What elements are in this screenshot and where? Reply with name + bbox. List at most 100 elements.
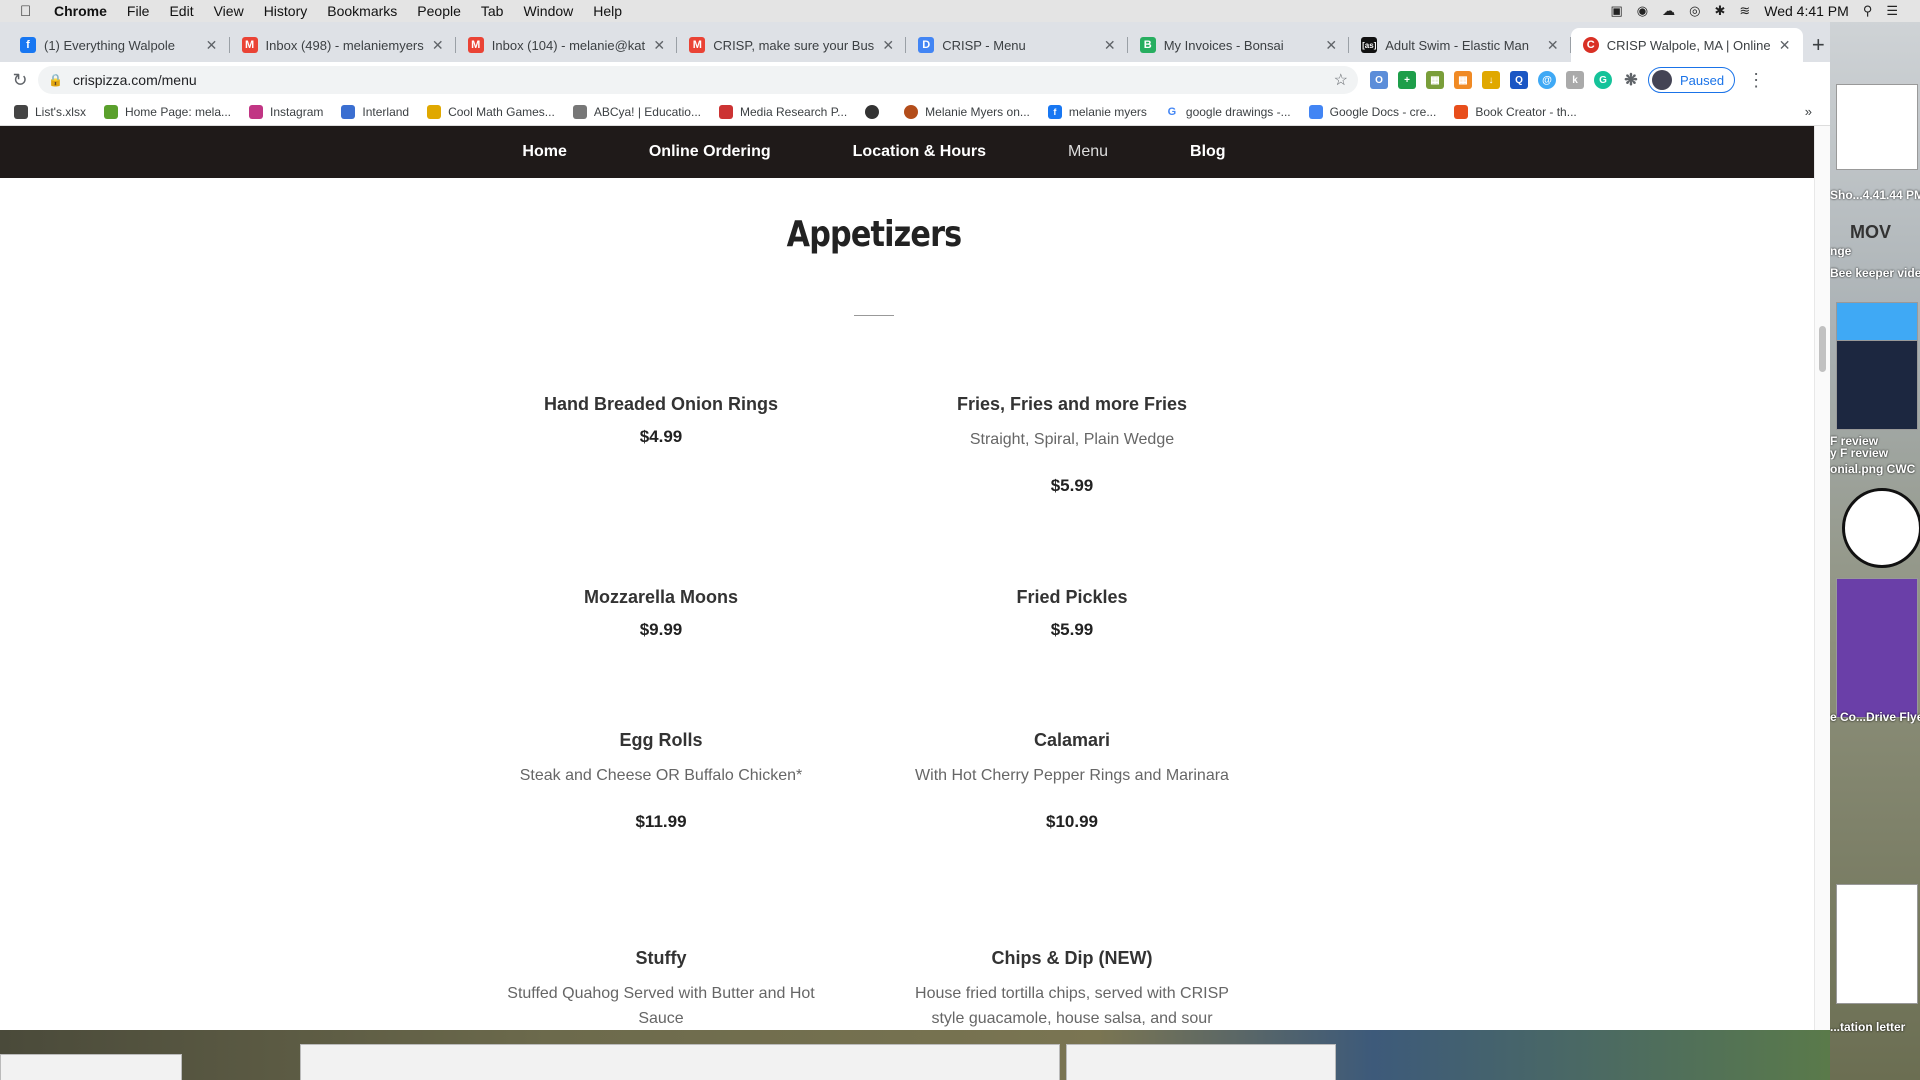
camera-icon[interactable]: ▣ bbox=[1610, 3, 1622, 19]
nav-menu[interactable]: Menu bbox=[1068, 143, 1108, 161]
bookmark-label: Instagram bbox=[270, 104, 324, 119]
nav-online-ordering[interactable]: Online Ordering bbox=[649, 143, 771, 161]
menu-item: Calamari With Hot Cherry Pepper Rings an… bbox=[912, 730, 1232, 832]
google-docs-icon bbox=[1308, 104, 1323, 119]
new-tab-button[interactable]: + bbox=[1807, 28, 1830, 62]
clock[interactable]: Wed 4:41 PM bbox=[1764, 3, 1849, 19]
bookmark-item[interactable]: Google Docs - cre... bbox=[1308, 104, 1436, 119]
download-extension-icon[interactable]: ↓ bbox=[1482, 71, 1500, 89]
bookmark-icon bbox=[904, 104, 919, 119]
menu-file[interactable]: File bbox=[127, 3, 150, 19]
menu-item: Stuffy Stuffed Quahog Served with Butter… bbox=[501, 948, 821, 1030]
google-docs-icon: D bbox=[918, 37, 935, 53]
cloud-icon[interactable]: ☁ bbox=[1662, 3, 1675, 19]
close-icon[interactable]: ✕ bbox=[1777, 37, 1793, 54]
desktop-screenshot-thumbnail[interactable] bbox=[1836, 84, 1918, 170]
desktop-file-label: e Co...Drive Flye bbox=[1830, 710, 1920, 724]
bookmark-item[interactable]: Ggoogle drawings -... bbox=[1164, 104, 1291, 119]
search-extension-icon[interactable]: Q bbox=[1510, 71, 1528, 89]
close-icon[interactable]: ✕ bbox=[430, 37, 446, 54]
tab-title: CRISP, make sure your Bus bbox=[713, 37, 875, 53]
lock-icon[interactable]: 🔒 bbox=[48, 73, 63, 87]
notification-center-icon[interactable]: ☰ bbox=[1886, 3, 1898, 19]
bookmark-item[interactable]: Cool Math Games... bbox=[427, 104, 555, 119]
bookmark-label: List's.xlsx bbox=[35, 104, 86, 119]
close-icon[interactable]: ✕ bbox=[651, 37, 667, 54]
background-window[interactable] bbox=[300, 1044, 1060, 1080]
calendar-extension-icon[interactable]: ▦ bbox=[1454, 71, 1472, 89]
background-window[interactable] bbox=[0, 1054, 182, 1080]
browser-tab[interactable]: f (1) Everything Walpole ✕ bbox=[8, 28, 230, 62]
gmail-icon: M bbox=[689, 37, 706, 53]
bookmark-icon bbox=[718, 104, 733, 119]
bookmark-item[interactable]: Interland bbox=[341, 104, 409, 119]
menu-people[interactable]: People bbox=[417, 3, 461, 19]
menu-view[interactable]: View bbox=[214, 3, 244, 19]
eye-icon[interactable]: ◎ bbox=[1689, 3, 1700, 19]
bookmark-item[interactable]: List's.xlsx bbox=[14, 104, 86, 119]
close-icon[interactable]: ✕ bbox=[1102, 37, 1118, 54]
extension-icon[interactable]: k bbox=[1566, 71, 1584, 89]
desktop-file-label: nge bbox=[1830, 244, 1852, 258]
item-description: House fried tortilla chips, served with … bbox=[915, 985, 1229, 1027]
gamepad-icon[interactable]: ◉ bbox=[1637, 3, 1648, 19]
bookmark-item[interactable] bbox=[865, 104, 886, 119]
nav-home[interactable]: Home bbox=[522, 143, 566, 161]
sheets-extension-icon[interactable]: + bbox=[1398, 71, 1416, 89]
bookmark-label: Media Research P... bbox=[739, 104, 848, 119]
bookmark-item[interactable]: Home Page: mela... bbox=[103, 104, 231, 119]
close-icon[interactable]: ✕ bbox=[1545, 37, 1561, 54]
menu-window[interactable]: Window bbox=[523, 3, 573, 19]
bookmark-item[interactable]: Melanie Myers on... bbox=[904, 104, 1030, 119]
close-icon[interactable]: ✕ bbox=[880, 37, 896, 54]
more-vert-icon[interactable]: ⋮ bbox=[1747, 70, 1765, 91]
apple-icon[interactable]:  bbox=[20, 3, 40, 20]
close-icon[interactable]: ✕ bbox=[204, 37, 220, 54]
address-bar[interactable]: 🔒 crispizza.com/menu ☆ bbox=[38, 66, 1358, 94]
puzzle-icon[interactable]: ❋ bbox=[1622, 71, 1640, 89]
desktop-letter-thumbnail[interactable] bbox=[1836, 884, 1918, 1004]
scrollbar-thumb[interactable] bbox=[1819, 326, 1826, 372]
page-scrollbar[interactable] bbox=[1814, 126, 1830, 1030]
menu-app-name[interactable]: Chrome bbox=[54, 3, 107, 19]
browser-tab[interactable]: D CRISP - Menu ✕ bbox=[906, 28, 1128, 62]
bookmark-item[interactable]: Instagram bbox=[249, 104, 324, 119]
bookmark-item[interactable]: ABCya! | Educatio... bbox=[572, 104, 701, 119]
chevron-double-right-icon[interactable]: » bbox=[1805, 104, 1812, 119]
desktop-flyer-thumbnail[interactable] bbox=[1836, 578, 1918, 718]
browser-tab[interactable]: M CRISP, make sure your Bus ✕ bbox=[677, 28, 907, 62]
background-window[interactable] bbox=[1066, 1044, 1336, 1080]
browser-tab[interactable]: [as] Adult Swim - Elastic Man ✕ bbox=[1349, 28, 1571, 62]
browser-tab[interactable]: M Inbox (104) - melanie@kat ✕ bbox=[456, 28, 678, 62]
bluetooth-icon[interactable]: ✱ bbox=[1714, 3, 1725, 19]
url-text[interactable]: crispizza.com/menu bbox=[73, 72, 1334, 88]
spotlight-search-icon[interactable]: ⚲ bbox=[1863, 3, 1873, 19]
wifi-icon[interactable]: ≋ bbox=[1739, 3, 1750, 19]
item-price: $4.99 bbox=[639, 427, 683, 446]
browser-tab[interactable]: B My Invoices - Bonsai ✕ bbox=[1128, 28, 1350, 62]
bookmark-item[interactable]: f melanie myers bbox=[1047, 104, 1147, 119]
bookmark-item[interactable]: Book Creator - th... bbox=[1454, 104, 1577, 119]
nav-blog[interactable]: Blog bbox=[1190, 143, 1226, 161]
menu-help[interactable]: Help bbox=[593, 3, 622, 19]
browser-tab-active[interactable]: C CRISP Walpole, MA | Online ✕ bbox=[1570, 28, 1803, 62]
extension-icon[interactable]: ▦ bbox=[1426, 71, 1444, 89]
grammarly-icon[interactable]: G bbox=[1594, 71, 1612, 89]
desktop-file-label: Sho...4.41.44 PM bbox=[1830, 188, 1920, 202]
extension-icon[interactable]: @ bbox=[1538, 71, 1556, 89]
desktop-review-thumbnail[interactable] bbox=[1836, 340, 1918, 430]
bookmark-star-icon[interactable]: ☆ bbox=[1334, 70, 1348, 90]
menu-bookmarks[interactable]: Bookmarks bbox=[327, 3, 397, 19]
desktop-logo-thumbnail[interactable] bbox=[1842, 488, 1920, 568]
menu-tab[interactable]: Tab bbox=[481, 3, 504, 19]
extension-icon[interactable]: O bbox=[1370, 71, 1388, 89]
nav-location-hours[interactable]: Location & Hours bbox=[853, 143, 986, 161]
reload-icon[interactable]: ↻ bbox=[2, 70, 38, 91]
browser-tab[interactable]: M Inbox (498) - melaniemyers ✕ bbox=[230, 28, 456, 62]
menu-edit[interactable]: Edit bbox=[169, 3, 193, 19]
bookmark-item[interactable]: Media Research P... bbox=[718, 104, 848, 119]
close-icon[interactable]: ✕ bbox=[1323, 37, 1339, 54]
profile-button[interactable]: Paused bbox=[1648, 67, 1736, 93]
menu-history[interactable]: History bbox=[264, 3, 308, 19]
status-area: ▣ ◉ ☁ ◎ ✱ ≋ Wed 4:41 PM ⚲ ☰ bbox=[1610, 3, 1898, 19]
